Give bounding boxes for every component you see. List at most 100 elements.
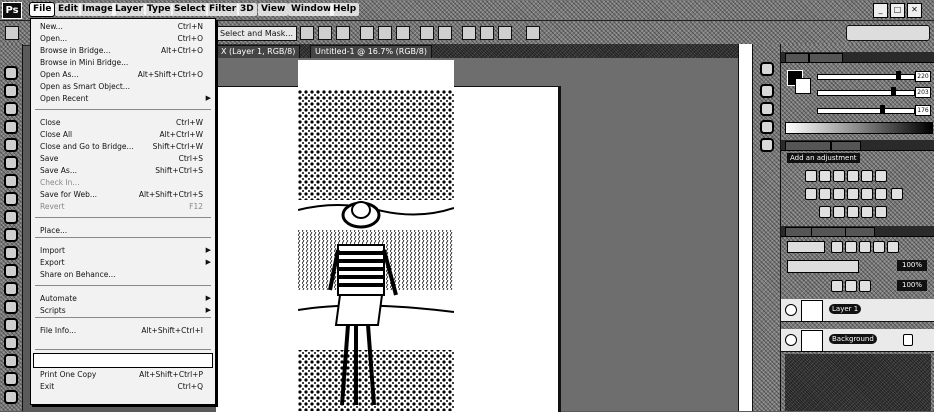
layer-filter-select[interactable]	[787, 241, 825, 253]
menu-type[interactable]: Type	[144, 3, 174, 16]
workspace-switcher[interactable]	[846, 25, 930, 41]
color-slider-g[interactable]: 203	[817, 87, 931, 98]
blend-mode-select[interactable]	[787, 260, 859, 273]
tab-styles[interactable]	[831, 141, 861, 151]
move-tool-icon[interactable]	[4, 66, 18, 80]
menu-view[interactable]: View	[258, 3, 289, 16]
slider-thumb[interactable]	[896, 71, 901, 80]
align-left-icon[interactable]	[300, 26, 314, 40]
tab-swatches[interactable]	[809, 53, 843, 63]
eraser-tool-icon[interactable]	[4, 246, 18, 260]
filter-shape-icon[interactable]	[873, 241, 885, 253]
slider-thumb[interactable]	[880, 105, 885, 114]
file-menu-item-close[interactable]: Close Ctrl+W	[31, 117, 215, 128]
file-menu-item-open-recent[interactable]: Open Recent ▶	[31, 93, 215, 104]
distribute-middle-icon[interactable]	[378, 26, 392, 40]
vertical-scrollbar[interactable]	[738, 44, 753, 411]
filter-adjustment-icon[interactable]	[845, 241, 857, 253]
pen-tool-icon[interactable]	[4, 318, 18, 332]
file-menu-item-import[interactable]: Import ▶	[31, 245, 215, 256]
maximize-icon[interactable]: □	[890, 3, 905, 18]
color-ramp[interactable]	[785, 122, 933, 134]
select-and-mask-button[interactable]: Select and Mask...	[216, 26, 298, 41]
hand-tool-icon[interactable]	[4, 390, 18, 404]
3d-slide-icon[interactable]	[498, 26, 512, 40]
distribute-top-icon[interactable]	[360, 26, 374, 40]
layer-row[interactable]: Background	[781, 329, 934, 352]
color-lookup-icon[interactable]	[861, 188, 873, 200]
minimize-icon[interactable]: _	[873, 3, 888, 18]
layer-name[interactable]: Layer 1	[829, 304, 862, 314]
menu-3d[interactable]: 3D	[237, 3, 257, 16]
selective-color-icon[interactable]	[847, 206, 859, 218]
file-menu-item-close-all[interactable]: Close All Alt+Ctrl+W	[31, 129, 215, 140]
slider-thumb[interactable]	[891, 87, 896, 96]
file-menu-item-automate[interactable]: Automate ▶	[31, 293, 215, 304]
filter-smart-object-icon[interactable]	[887, 241, 899, 253]
lasso-tool-icon[interactable]	[4, 102, 18, 116]
hue-saturation-icon[interactable]	[875, 170, 887, 182]
3d-rotate-icon[interactable]	[462, 26, 476, 40]
threshold-icon[interactable]	[819, 206, 831, 218]
file-menu-item-save[interactable]: Save Ctrl+S	[31, 153, 215, 164]
tool-preset-icon[interactable]	[5, 26, 19, 40]
photo-filter-icon[interactable]	[833, 188, 845, 200]
slider-value[interactable]: 220	[915, 71, 931, 82]
eye-icon[interactable]	[785, 304, 797, 316]
file-menu-item-browse-in-bridge[interactable]: Browse in Bridge... Alt+Ctrl+O	[31, 45, 215, 56]
black-white-icon[interactable]	[819, 188, 831, 200]
channel-mixer-icon[interactable]	[847, 188, 859, 200]
shadows-highlights-icon[interactable]	[861, 206, 873, 218]
file-menu-item-close-and-go-to-bridge[interactable]: Close and Go to Bridge... Shift+Ctrl+W	[31, 141, 215, 152]
file-menu-item-revert[interactable]: Revert F12	[31, 201, 215, 212]
file-menu-item-file-info[interactable]: File Info... Alt+Shift+Ctrl+I	[31, 325, 215, 336]
color-slider-b[interactable]: 176	[817, 105, 931, 116]
file-menu-item-open-as[interactable]: Open As... Alt+Shift+Ctrl+O	[31, 69, 215, 80]
lock-all-icon[interactable]	[859, 280, 871, 292]
menu-file[interactable]: File	[28, 2, 56, 17]
hdr-toning-icon[interactable]	[875, 206, 887, 218]
menu-help[interactable]: Help	[330, 3, 360, 16]
lock-position-icon[interactable]	[845, 280, 857, 292]
file-menu-item-open-as-smart-object[interactable]: Open as Smart Object...	[31, 81, 215, 92]
distribute-bottom-icon[interactable]	[396, 26, 410, 40]
paragraph-panel-icon[interactable]	[760, 138, 774, 152]
levels-icon[interactable]	[819, 170, 831, 182]
slider-value[interactable]: 176	[915, 105, 931, 116]
slider-track[interactable]	[817, 108, 915, 114]
file-menu-item-browse-in-mini-bridge[interactable]: Browse in Mini Bridge...	[31, 57, 215, 68]
3d-mode-icon[interactable]	[526, 26, 540, 40]
filter-type-icon[interactable]	[859, 241, 871, 253]
menu-filter[interactable]: Filter	[206, 3, 240, 16]
history-brush-tool-icon[interactable]	[4, 228, 18, 242]
exposure-icon[interactable]	[847, 170, 859, 182]
clone-stamp-tool-icon[interactable]	[4, 210, 18, 224]
filter-pixel-icon[interactable]	[831, 241, 843, 253]
file-menu-item-export[interactable]: Export ▶	[31, 257, 215, 268]
background-color-swatch[interactable]	[795, 78, 811, 94]
3d-pan-icon[interactable]	[480, 26, 494, 40]
posterize-icon[interactable]	[891, 188, 903, 200]
slider-track[interactable]	[817, 90, 915, 96]
lock-pixels-icon[interactable]	[831, 280, 843, 292]
file-menu-item-new[interactable]: New... Ctrl+N	[31, 21, 215, 32]
character-panel-icon[interactable]	[760, 120, 774, 134]
opacity-field[interactable]: 100%	[897, 260, 927, 271]
tab-untitled-1[interactable]: Untitled-1 @ 16.7% (RGB/8)	[310, 45, 432, 59]
file-menu-item-save-for-web[interactable]: Save for Web... Alt+Shift+Ctrl+S	[31, 189, 215, 200]
brightness-contrast-icon[interactable]	[805, 170, 817, 182]
menu-edit[interactable]: Edit	[55, 3, 81, 16]
tab-layer-1[interactable]: X (Layer 1, RGB/8)	[216, 45, 301, 59]
tab-paths[interactable]	[845, 227, 875, 237]
gradient-map-icon[interactable]	[833, 206, 845, 218]
menu-window[interactable]: Window	[288, 3, 335, 16]
color-balance-icon[interactable]	[805, 188, 817, 200]
eye-icon[interactable]	[785, 334, 797, 346]
blur-tool-icon[interactable]	[4, 282, 18, 296]
layer-name[interactable]: Background	[829, 334, 877, 344]
shape-tool-icon[interactable]	[4, 372, 18, 386]
file-menu-item-check-in[interactable]: Check In...	[31, 177, 215, 188]
distribute-right-icon[interactable]	[438, 26, 452, 40]
tab-channels[interactable]	[811, 227, 847, 237]
file-menu-item-scripts[interactable]: Scripts ▶	[31, 305, 215, 316]
